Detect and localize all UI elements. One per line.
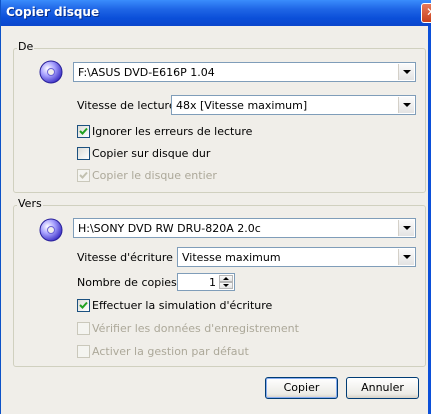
copies-stepper[interactable]: 1 — [177, 273, 235, 291]
verify-data-label: Vérifier les données d'enregistrement — [92, 322, 299, 335]
copy-disc-dialog: Copier disque ✕ De F:\ASUS DVD-E616P 1.0… — [0, 0, 431, 414]
chevron-down-icon[interactable] — [398, 249, 414, 265]
read-speed-label: Vitesse de lecture : — [77, 99, 183, 112]
checkmark-icon — [79, 171, 88, 179]
cancel-button[interactable]: Annuler — [346, 377, 419, 399]
chevron-down-icon[interactable] — [398, 97, 414, 113]
disc-icon — [39, 60, 63, 84]
target-drive-value: H:\SONY DVD RW DRU-820A 2.0c — [78, 222, 261, 235]
simulate-write-label[interactable]: Effectuer la simulation d'écriture — [92, 299, 272, 312]
copy-entire-disc-checkbox — [77, 169, 90, 182]
ignore-read-errors-label[interactable]: Ignorer les erreurs de lecture — [92, 125, 252, 138]
checkmark-icon — [79, 301, 88, 309]
checkmark-icon — [79, 127, 88, 135]
write-speed-value: Vitesse maximum — [182, 251, 281, 264]
window-title: Copier disque — [6, 5, 100, 19]
target-group-label: Vers — [17, 197, 43, 210]
read-speed-select[interactable]: 48x [Vitesse maximum] — [171, 95, 416, 115]
copy-to-hard-disk-checkbox[interactable] — [77, 147, 90, 160]
copy-button[interactable]: Copier — [265, 377, 338, 399]
copy-to-hard-disk-label[interactable]: Copier sur disque dur — [92, 147, 210, 160]
default-management-label: Activer la gestion par défaut — [92, 345, 249, 358]
copies-label: Nombre de copies : — [77, 276, 184, 289]
simulate-write-checkbox[interactable] — [77, 299, 90, 312]
chevron-down-icon[interactable] — [398, 64, 414, 80]
copy-entire-disc-label: Copier le disque entier — [92, 169, 217, 182]
default-management-checkbox — [77, 345, 90, 358]
increment-icon[interactable] — [219, 275, 233, 282]
source-drive-value: F:\ASUS DVD-E616P 1.04 — [78, 66, 215, 79]
copies-value[interactable]: 1 — [209, 276, 216, 289]
target-drive-select[interactable]: H:\SONY DVD RW DRU-820A 2.0c — [73, 218, 416, 238]
source-group-label: De — [17, 40, 35, 53]
write-speed-label: Vitesse d'écriture : — [77, 251, 181, 264]
chevron-down-icon[interactable] — [398, 220, 414, 236]
read-speed-value: 48x [Vitesse maximum] — [176, 99, 308, 112]
verify-data-checkbox — [77, 322, 90, 335]
close-button[interactable]: ✕ — [421, 3, 431, 23]
decrement-icon[interactable] — [219, 282, 233, 289]
write-speed-select[interactable]: Vitesse maximum — [177, 247, 416, 267]
source-drive-select[interactable]: F:\ASUS DVD-E616P 1.04 — [73, 62, 416, 82]
stepper-buttons[interactable] — [219, 275, 233, 289]
disc-icon — [39, 218, 63, 242]
ignore-read-errors-checkbox[interactable] — [77, 125, 90, 138]
title-bar[interactable]: Copier disque ✕ — [1, 0, 431, 26]
